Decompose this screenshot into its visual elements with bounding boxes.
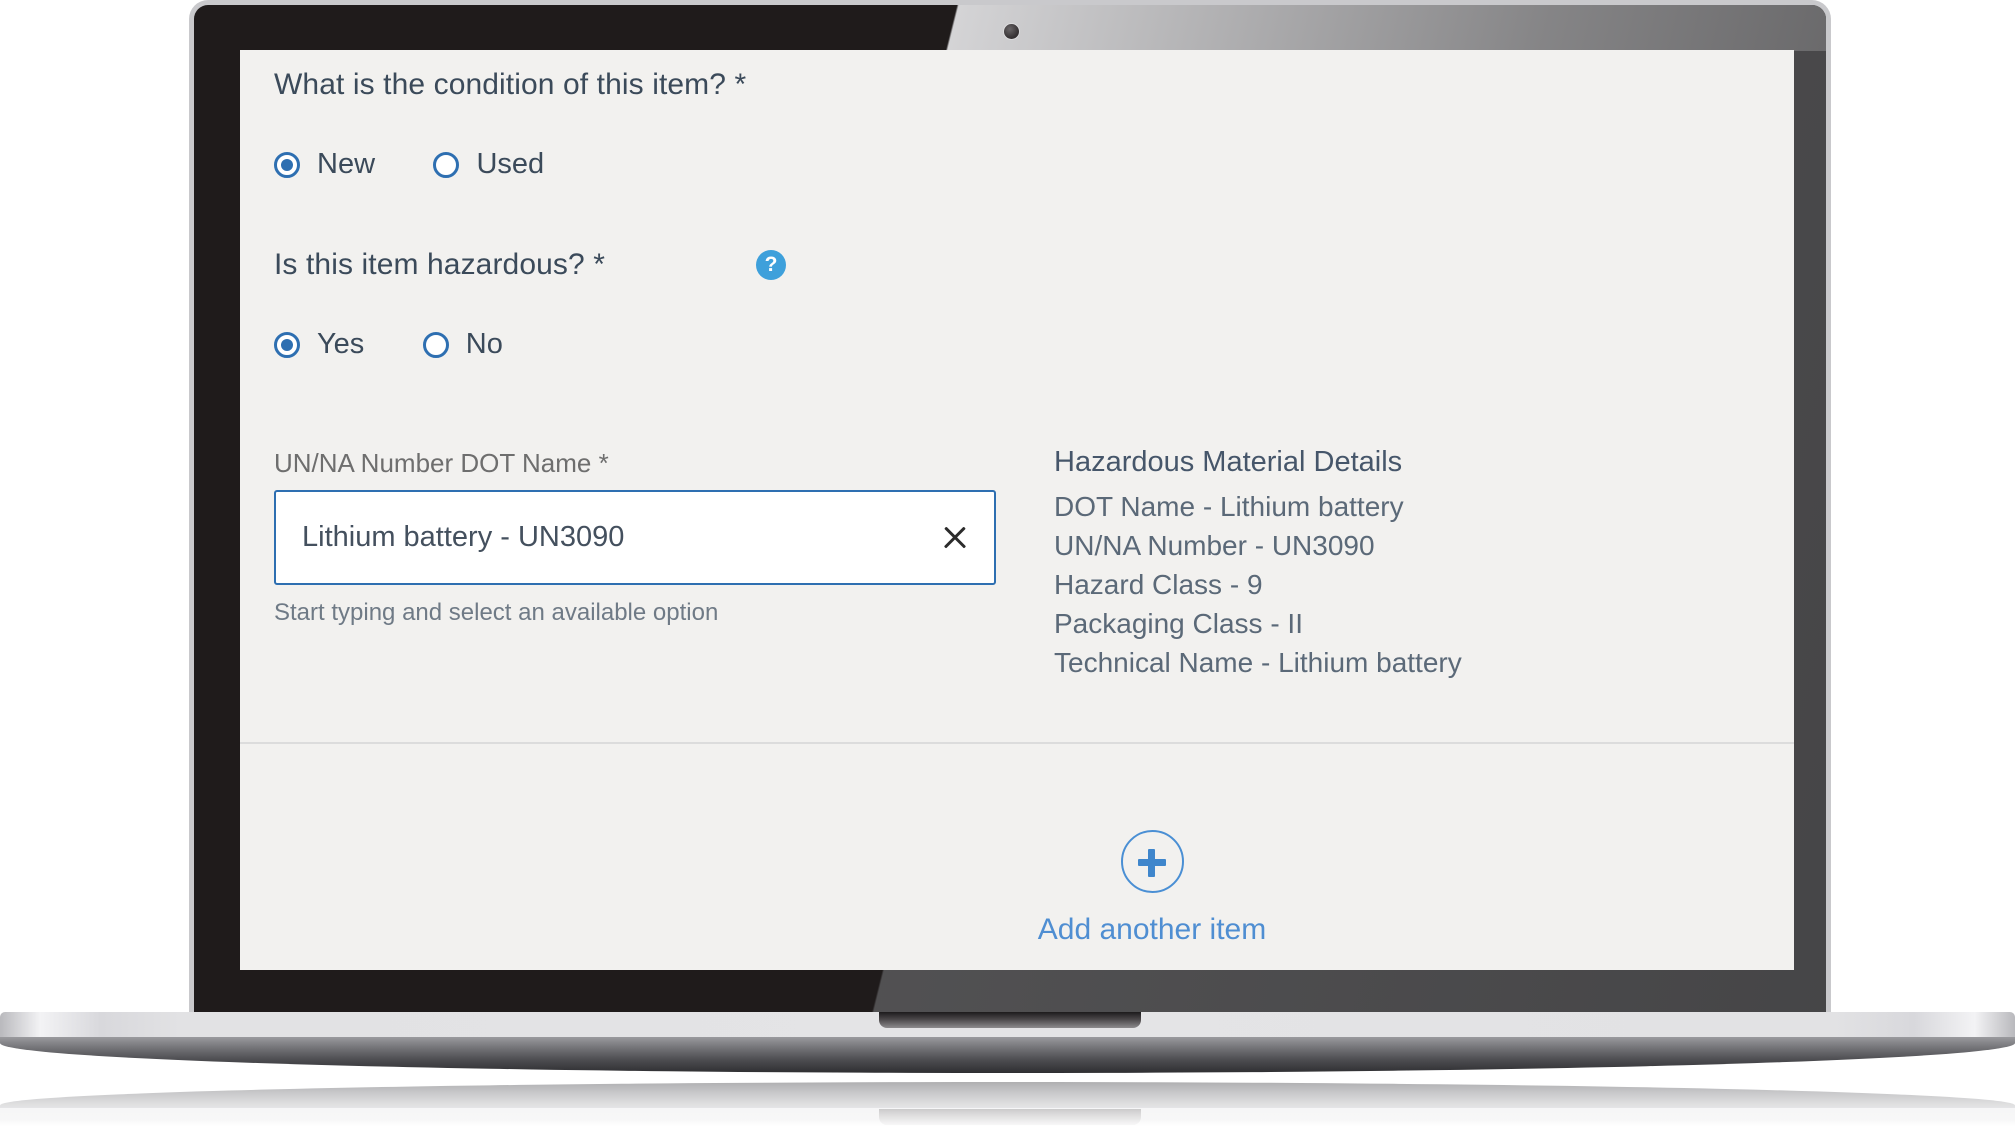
un-na-input-value[interactable]: Lithium battery - UN3090 bbox=[302, 492, 624, 583]
hazardous-question-label: Is this item hazardous? * bbox=[274, 248, 605, 281]
condition-option-used[interactable]: Used bbox=[433, 148, 544, 181]
screen-viewport: What is the condition of this item? * Ne… bbox=[240, 50, 1794, 970]
close-x-icon[interactable] bbox=[938, 520, 972, 554]
camera-dot-icon bbox=[1004, 24, 1019, 39]
question-mark-icon[interactable]: ? bbox=[756, 250, 786, 280]
hazmat-detail-dot-name: DOT Name - Lithium battery bbox=[1054, 491, 1404, 522]
hazardous-option-no[interactable]: No bbox=[422, 328, 503, 361]
radio-used-icon[interactable] bbox=[433, 151, 460, 178]
laptop-base bbox=[0, 1012, 2015, 1074]
hazardous-option-yes[interactable]: Yes bbox=[274, 328, 364, 361]
condition-radio-group[interactable]: New Used bbox=[274, 148, 598, 181]
form-page: What is the condition of this item? * Ne… bbox=[240, 50, 1794, 970]
reflection-fade bbox=[0, 1082, 2015, 1126]
un-na-field-label: UN/NA Number DOT Name * bbox=[274, 448, 609, 478]
laptop-mockup: What is the condition of this item? * Ne… bbox=[0, 0, 2015, 1126]
hazardous-option-no-label: No bbox=[465, 328, 503, 360]
un-na-combobox[interactable]: Lithium battery - UN3090 bbox=[274, 490, 996, 585]
hazardous-radio-group[interactable]: Yes No bbox=[274, 328, 557, 361]
hazardous-option-yes-label: Yes bbox=[317, 328, 365, 360]
condition-question-label: What is the condition of this item? * bbox=[274, 68, 747, 101]
plus-icon-vertical bbox=[1148, 848, 1155, 877]
laptop-base-body bbox=[0, 1037, 2015, 1073]
laptop-reflection bbox=[0, 1082, 2015, 1126]
hazmat-details-panel: Hazardous Material Details DOT Name - Li… bbox=[1054, 446, 1754, 683]
laptop-base-notch bbox=[879, 1012, 1141, 1028]
radio-new-icon[interactable] bbox=[274, 151, 300, 178]
radio-yes-icon[interactable] bbox=[274, 331, 300, 358]
radio-no-icon[interactable] bbox=[422, 331, 449, 358]
hazmat-details-title: Hazardous Material Details bbox=[1054, 446, 1403, 478]
hazmat-detail-packaging-class: Packaging Class - II bbox=[1054, 607, 1303, 639]
hazmat-detail-hazard-class: Hazard Class - 9 bbox=[1054, 568, 1263, 600]
hazmat-detail-un-na-number: UN/NA Number - UN3090 bbox=[1054, 529, 1375, 561]
plus-circle-icon[interactable] bbox=[1120, 830, 1184, 893]
condition-option-new-label: New bbox=[317, 148, 376, 180]
add-another-item-label: Add another item bbox=[1037, 913, 1267, 946]
condition-option-new[interactable]: New bbox=[274, 148, 375, 181]
condition-option-used-label: Used bbox=[476, 148, 545, 180]
add-another-item-button[interactable]: Add another item bbox=[912, 830, 1392, 947]
un-na-field-hint: Start typing and select an available opt… bbox=[274, 599, 719, 626]
hazmat-detail-technical-name: Technical Name - Lithium battery bbox=[1054, 646, 1462, 678]
section-divider bbox=[240, 742, 1794, 744]
